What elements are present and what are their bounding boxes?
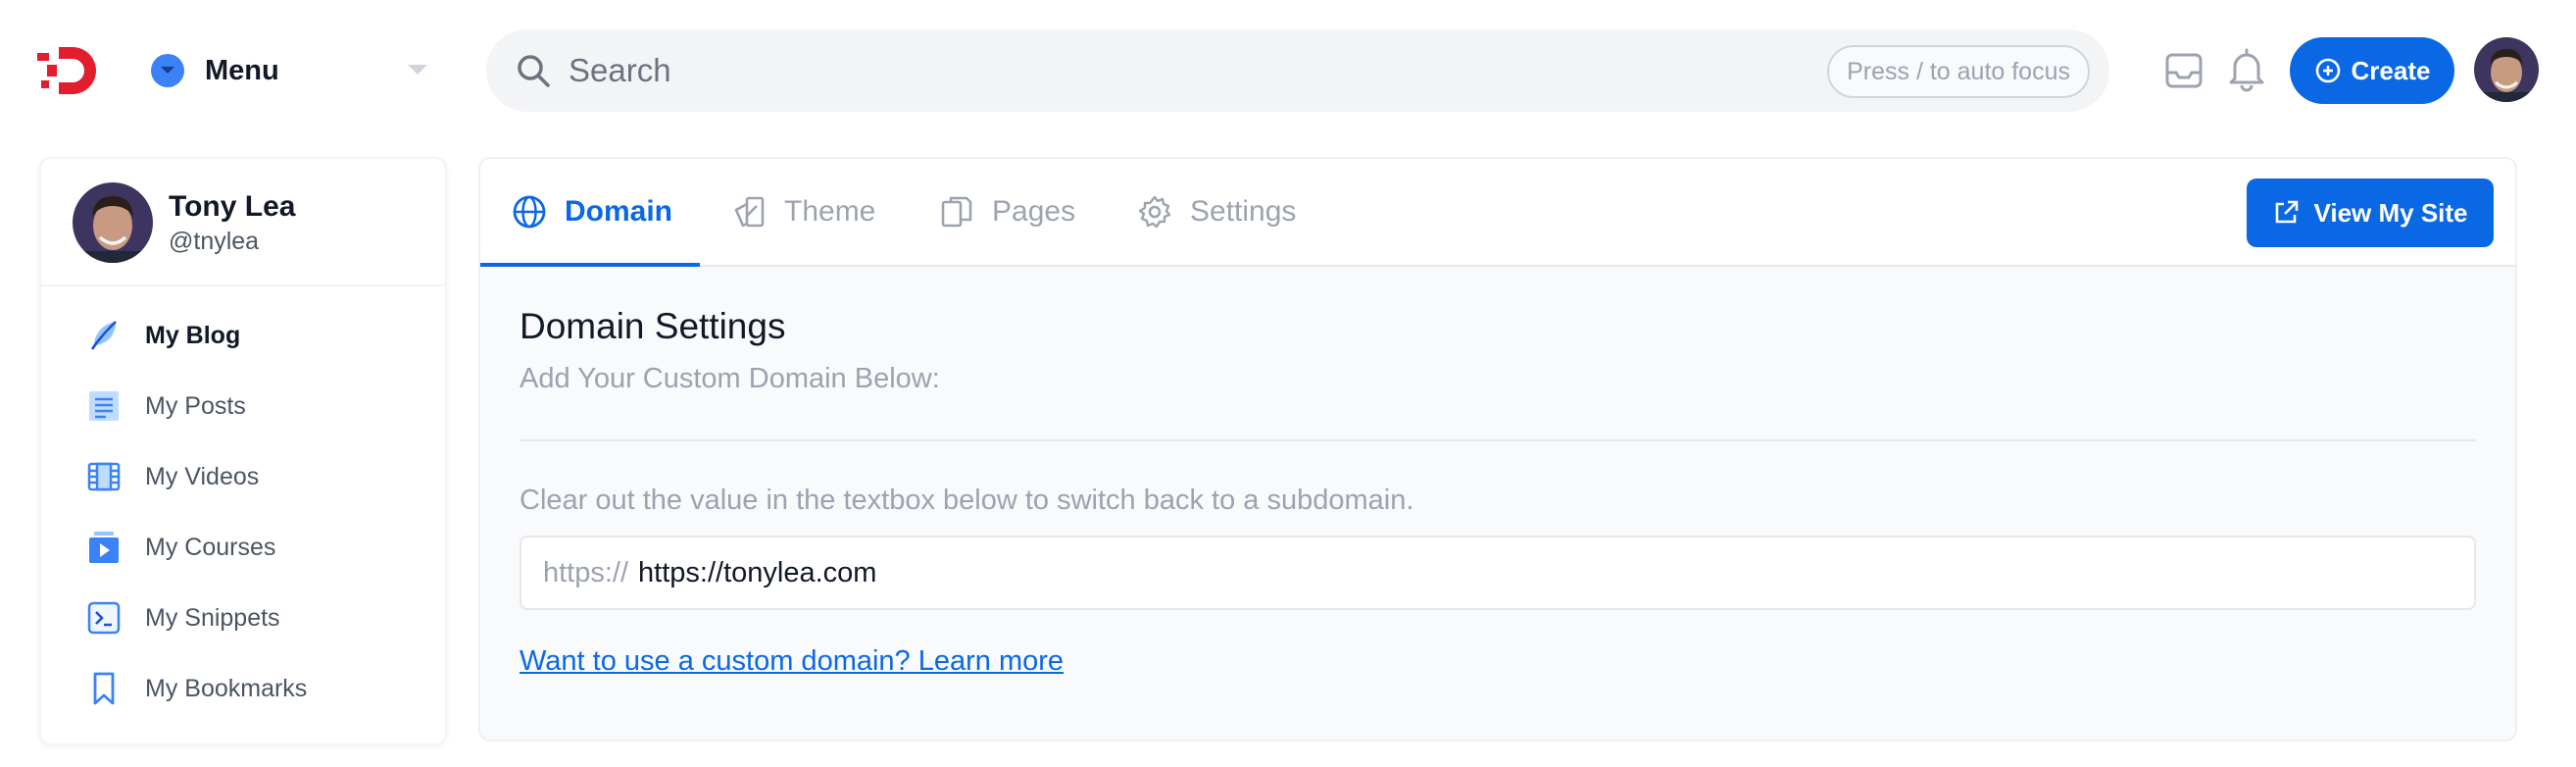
section-title: Domain Settings [520, 306, 786, 346]
sidebar-item-label: My Courses [145, 533, 276, 561]
create-button-label: Create [2351, 55, 2431, 85]
search-input[interactable] [569, 52, 1745, 89]
tab-label: Theme [784, 195, 876, 228]
bookmark-icon [93, 672, 115, 705]
sidebar-item-label: My Bookmarks [145, 674, 308, 702]
plus-circle-icon [2315, 58, 2340, 83]
divider [520, 439, 2476, 441]
bell-icon[interactable] [2227, 47, 2266, 92]
profile-name: Tony Lea [169, 190, 296, 223]
view-my-site-button[interactable]: View My Site [2247, 179, 2494, 247]
domain-prefix: https:// [543, 556, 629, 588]
tab-theme[interactable]: Theme [731, 159, 875, 265]
terminal-icon [87, 601, 121, 635]
caret-down-icon [408, 65, 427, 75]
domain-field[interactable]: https:// [520, 536, 2476, 610]
tab-label: Domain [565, 195, 673, 228]
profile-handle: @tnylea [169, 228, 260, 255]
sidebar-item-my-courses[interactable]: My Courses [41, 512, 445, 583]
sidebar-item-label: My Blog [145, 321, 241, 349]
tab-pages[interactable]: Pages [939, 159, 1075, 265]
profile-card[interactable]: Tony Lea @tnylea [41, 159, 445, 286]
inbox-icon[interactable] [2164, 51, 2204, 90]
search-bar[interactable]: Press / to auto focus [486, 29, 2109, 112]
domain-input[interactable] [638, 556, 2305, 589]
devdojo-logo[interactable] [37, 43, 102, 98]
tab-domain[interactable]: Domain [512, 159, 672, 265]
sidebar-item-my-snippets[interactable]: My Snippets [41, 583, 445, 653]
film-icon [87, 462, 121, 491]
section-subtitle: Add Your Custom Domain Below: [520, 363, 940, 394]
menu-label: Menu [205, 54, 279, 86]
sidebar-item-label: My Posts [145, 391, 246, 420]
user-avatar[interactable] [2474, 37, 2539, 102]
domain-panel: Domain Theme Pages Settings View My Site… [478, 157, 2517, 741]
view-my-site-label: View My Site [2313, 197, 2468, 228]
search-shortcut-hint: Press / to auto focus [1827, 45, 2090, 98]
pages-icon [941, 196, 972, 228]
tab-label: Pages [992, 195, 1076, 228]
menu-dropdown[interactable]: Menu [147, 43, 433, 98]
settings-tabs: Domain Theme Pages Settings View My Site [480, 159, 2515, 267]
sidebar-item-label: My Snippets [145, 603, 280, 632]
external-link-icon [2276, 200, 2299, 224]
active-tab-indicator [480, 263, 700, 267]
theme-icon [734, 196, 765, 228]
profile-avatar [73, 182, 153, 263]
sidebar-item-my-posts[interactable]: My Posts [41, 371, 445, 441]
tab-label: Settings [1190, 195, 1297, 228]
sidebar: Tony Lea @tnylea My Blog My Posts My Vid… [39, 157, 447, 745]
tab-settings[interactable]: Settings [1137, 159, 1296, 265]
gear-icon [1138, 195, 1171, 229]
feather-icon [90, 321, 117, 350]
sidebar-item-my-videos[interactable]: My Videos [41, 441, 445, 512]
menu-chevron-icon [151, 54, 184, 87]
sidebar-item-my-bookmarks[interactable]: My Bookmarks [41, 653, 445, 724]
create-button[interactable]: Create [2290, 37, 2454, 104]
learn-more-link[interactable]: Want to use a custom domain? Learn more [520, 645, 1064, 678]
sidebar-item-my-blog[interactable]: My Blog [41, 300, 445, 371]
domain-help-text: Clear out the value in the textbox below… [520, 485, 1414, 516]
play-stack-icon [89, 532, 119, 563]
globe-icon [513, 195, 546, 229]
sidebar-item-label: My Videos [145, 462, 260, 490]
document-icon [89, 391, 119, 421]
sidebar-nav: My Blog My Posts My Videos My Courses My… [41, 286, 445, 724]
search-icon [518, 55, 550, 87]
